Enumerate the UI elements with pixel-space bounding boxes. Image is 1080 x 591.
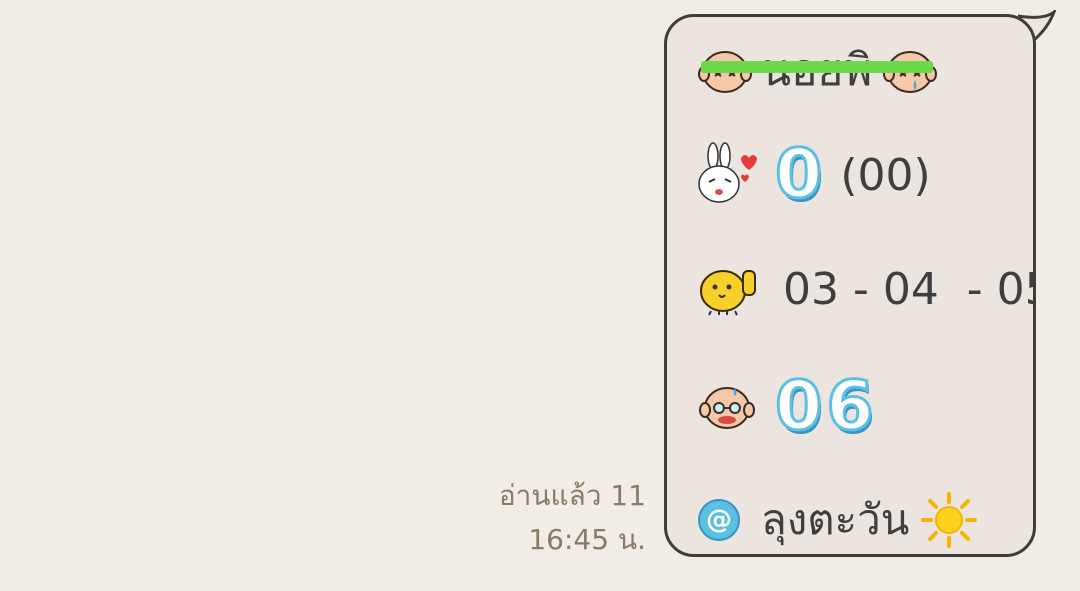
row-1-text: (00) (840, 149, 931, 201)
big-digits-06: 06 (774, 367, 878, 446)
old-man-glasses-icon (699, 387, 755, 429)
svg-text:@: @ (706, 505, 732, 535)
message-time: 16:45 น. (528, 523, 646, 556)
at-sign-icon: @ (698, 499, 740, 541)
yellow-chick-thumbs-up-icon (700, 270, 756, 316)
big-digit-zero: 0 (773, 135, 827, 214)
footer-name: ลุงตะวัน (761, 495, 910, 544)
message-meta: อ่านแล้ว 11 16:45 น. (426, 474, 646, 562)
read-status: อ่านแล้ว 11 (498, 479, 646, 512)
footer-row: @ ลุงตะวัน (697, 487, 978, 553)
sun-icon (921, 492, 978, 548)
message-bubble[interactable]: นอยพิ 0 (00) (664, 14, 1036, 557)
header-strikethrough (701, 61, 933, 73)
row-3: 06 (697, 367, 878, 446)
row-1: 0 (00) (697, 135, 931, 214)
row-2: 03 - 04 - 05 (697, 261, 1036, 317)
row-2-numbers: 03 - 04 - 05 (783, 263, 1036, 315)
cony-rabbit-hearts-icon (698, 142, 757, 203)
